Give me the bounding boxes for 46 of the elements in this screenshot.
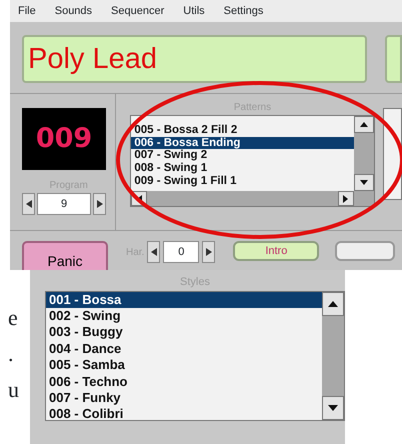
style-item[interactable]: 008 - Colibri [46,406,322,420]
scroll-down-icon [360,180,368,185]
left-arrow-button[interactable] [22,193,35,215]
right-arrow-icon [96,200,102,208]
section-button[interactable]: Intro [233,241,320,261]
document-text: e [8,304,19,332]
right-arrow-button[interactable] [202,241,216,263]
scroll-down-button[interactable] [354,174,374,191]
style-item[interactable]: 003 - Buggy [46,324,322,341]
pattern-item[interactable]: 005 - Bossa 2 Fill 2 [131,124,354,137]
style-item[interactable]: 002 - Swing [46,308,322,324]
left-arrow-icon [150,248,157,256]
style-item[interactable]: 001 - Bossa [46,292,322,308]
right-arrow-button[interactable] [93,193,106,215]
menu-item[interactable]: Settings [224,2,264,20]
pattern-item[interactable]: 006 - Bossa Ending [131,136,354,150]
program-number-display: 009 [22,108,106,170]
scroll-up-button[interactable] [322,292,344,316]
panic-button[interactable]: Panic [22,241,108,270]
sound-name-display: Poly Lead [22,35,367,83]
menu-item[interactable]: Sequencer [111,2,164,20]
style-item[interactable]: 006 - Techno [46,374,322,390]
scroll-right-button[interactable] [338,191,354,206]
left-arrow-icon [26,200,32,208]
document-text: . [8,340,14,368]
style-item[interactable]: 005 - Samba [46,357,322,374]
pattern-item[interactable]: 008 - Swing 1 [131,162,354,175]
menu-item[interactable]: Utils [183,2,205,20]
document-text: u [8,376,20,404]
scroll-right-icon [343,194,348,202]
display-panel [385,35,402,83]
right-arrow-icon [206,248,212,256]
menu-item[interactable]: Sounds [54,2,92,20]
scroll-up-button[interactable] [354,116,374,133]
harmony-field[interactable]: 0 [163,241,200,263]
pattern-item[interactable]: 007 - Swing 2 [131,149,354,162]
style-item[interactable]: 004 - Dance [46,340,322,358]
left-arrow-button[interactable] [147,241,160,263]
scroll-up-icon [360,122,368,127]
pattern-item[interactable]: 009 - Swing 1 Fill 1 [131,174,354,188]
style-item[interactable]: 007 - Funky [46,390,322,406]
scroll-down-button[interactable] [322,396,344,420]
program-field[interactable]: 9 [37,193,91,215]
scroll-down-icon [328,404,338,410]
menu-item[interactable]: File [18,2,36,20]
scroll-up-icon [328,300,338,306]
